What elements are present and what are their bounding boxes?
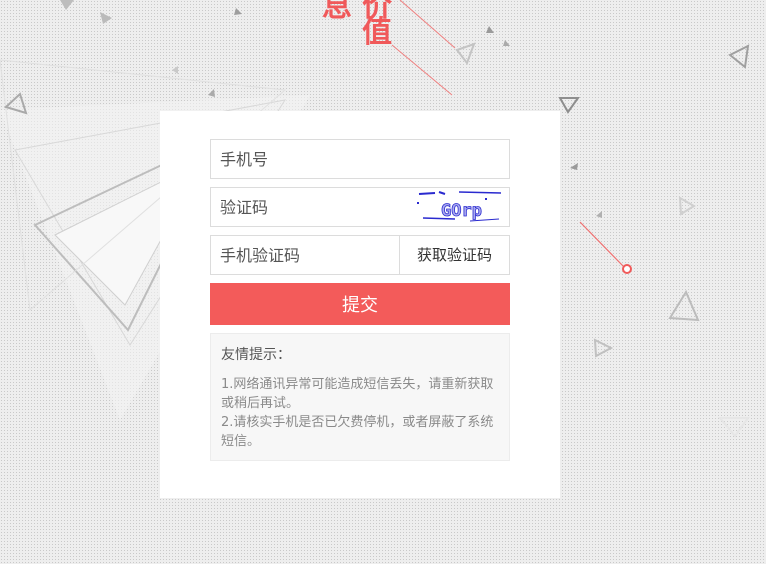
verification-card: GOrp 获取验证码 提交 友情提示： 1.网络通讯异常可能造成短信丢失，请重新…	[160, 111, 560, 498]
phone-input[interactable]	[211, 140, 400, 178]
hero-char-xi: 息	[322, 0, 352, 24]
phone-field	[210, 139, 510, 179]
sms-code-field: 获取验证码	[210, 235, 510, 275]
tips-line-1: 1.网络通讯异常可能造成短信丢失，请重新获取或稍后再试。	[221, 377, 494, 411]
hero-char-zhi: 值	[362, 15, 392, 50]
submit-button[interactable]: 提交	[210, 283, 510, 325]
get-sms-code-button[interactable]: 获取验证码	[400, 236, 509, 274]
captcha-text: GOrp	[441, 201, 482, 221]
captcha-image[interactable]: GOrp	[415, 188, 505, 226]
tips-box: 友情提示： 1.网络通讯异常可能造成短信丢失，请重新获取或稍后再试。 2.请核实…	[210, 333, 510, 461]
captcha-input[interactable]	[211, 188, 400, 226]
sms-code-input[interactable]	[211, 236, 400, 274]
tips-line-2: 2.请核实手机是否已欠费停机，或者屏蔽了系统短信。	[221, 415, 494, 449]
tips-title: 友情提示：	[221, 347, 291, 363]
captcha-field: GOrp	[210, 187, 510, 227]
